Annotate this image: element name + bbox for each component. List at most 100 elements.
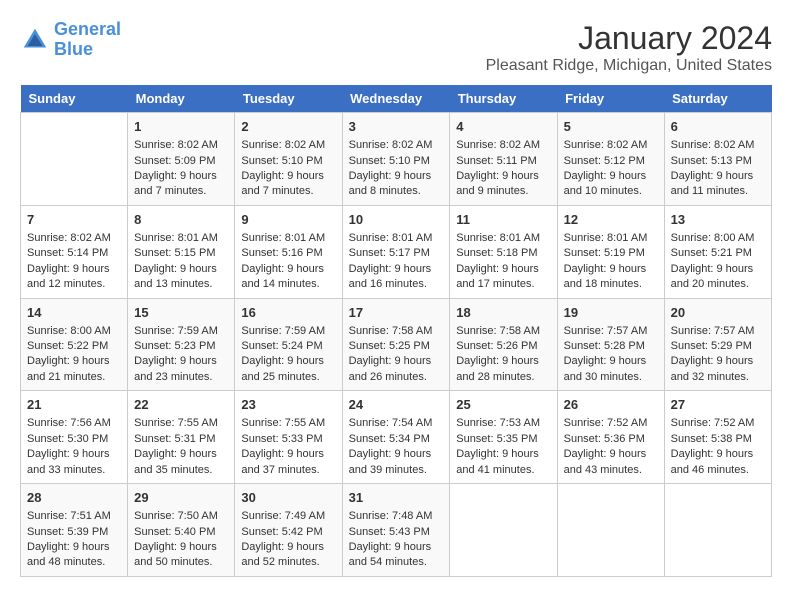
day-number: 17: [349, 304, 444, 322]
calendar-subtitle: Pleasant Ridge, Michigan, United States: [486, 57, 772, 75]
day-info: Sunrise: 8:02 AM Sunset: 5:10 PM Dayligh…: [241, 139, 325, 197]
day-number: 21: [27, 396, 121, 414]
logo: General Blue: [20, 20, 121, 60]
day-number: 9: [241, 211, 335, 229]
day-number: 1: [134, 118, 228, 136]
day-info: Sunrise: 7:53 AM Sunset: 5:35 PM Dayligh…: [456, 417, 540, 475]
day-number: 2: [241, 118, 335, 136]
calendar-cell: 20Sunrise: 7:57 AM Sunset: 5:29 PM Dayli…: [664, 298, 771, 391]
day-info: Sunrise: 7:48 AM Sunset: 5:43 PM Dayligh…: [349, 510, 433, 568]
calendar-cell: 26 Sunrise: 7:52 AM Sunset: 5:36 PM Dayli…: [557, 391, 664, 484]
calendar-cell: 6Sunrise: 8:02 AM Sunset: 5:13 PM Daylig…: [664, 113, 771, 206]
calendar-week-1: 1 Sunrise: 8:02 AM Sunset: 5:09 PM Daylig…: [21, 113, 772, 206]
day-number: 3: [349, 118, 444, 136]
calendar-cell: 8 Sunrise: 8:01 AM Sunset: 5:15 PM Daylig…: [128, 205, 235, 298]
day-number: 10: [349, 211, 444, 229]
calendar-cell: 22 Sunrise: 7:55 AM Sunset: 5:31 PM Dayli…: [128, 391, 235, 484]
page-header: General Blue January 2024 Pleasant Ridge…: [20, 20, 772, 75]
day-info: Sunrise: 7:51 AM Sunset: 5:39 PM Dayligh…: [27, 510, 111, 568]
calendar-cell: 15Sunrise: 7:59 AM Sunset: 5:23 PM Dayli…: [128, 298, 235, 391]
day-number: 14: [27, 304, 121, 322]
day-info: Sunrise: 8:01 AM Sunset: 5:18 PM Dayligh…: [456, 232, 540, 290]
calendar-cell: 13 Sunrise: 8:00 AM Sunset: 5:21 PM Dayli…: [664, 205, 771, 298]
calendar-cell: [450, 484, 557, 577]
title-block: January 2024 Pleasant Ridge, Michigan, U…: [486, 20, 772, 75]
day-info: Sunrise: 7:57 AM Sunset: 5:28 PM Dayligh…: [564, 325, 648, 383]
calendar-cell: 24 Sunrise: 7:54 AM Sunset: 5:34 PM Dayli…: [342, 391, 450, 484]
day-number: 30: [241, 489, 335, 507]
calendar-cell: [664, 484, 771, 577]
calendar-cell: 5 Sunrise: 8:02 AM Sunset: 5:12 PM Daylig…: [557, 113, 664, 206]
day-info: Sunrise: 8:02 AM Sunset: 5:09 PM Dayligh…: [134, 139, 218, 197]
day-info: Sunrise: 8:02 AM Sunset: 5:10 PM Dayligh…: [349, 139, 433, 197]
logo-text: General Blue: [54, 20, 121, 60]
calendar-cell: 25Sunrise: 7:53 AM Sunset: 5:35 PM Dayli…: [450, 391, 557, 484]
day-number: 29: [134, 489, 228, 507]
calendar-cell: 2 Sunrise: 8:02 AM Sunset: 5:10 PM Daylig…: [235, 113, 342, 206]
day-number: 31: [349, 489, 444, 507]
day-number: 12: [564, 211, 658, 229]
day-number: 24: [349, 396, 444, 414]
calendar-cell: [557, 484, 664, 577]
logo-line2: Blue: [54, 39, 93, 59]
calendar-cell: 16Sunrise: 7:59 AM Sunset: 5:24 PM Dayli…: [235, 298, 342, 391]
calendar-cell: 27 Sunrise: 7:52 AM Sunset: 5:38 PM Dayli…: [664, 391, 771, 484]
day-info: Sunrise: 8:01 AM Sunset: 5:19 PM Dayligh…: [564, 232, 648, 290]
logo-icon: [20, 25, 50, 55]
calendar-cell: [21, 113, 128, 206]
day-info: Sunrise: 8:01 AM Sunset: 5:15 PM Dayligh…: [134, 232, 218, 290]
day-info: Sunrise: 8:02 AM Sunset: 5:14 PM Dayligh…: [27, 232, 111, 290]
day-info: Sunrise: 7:58 AM Sunset: 5:25 PM Dayligh…: [349, 325, 433, 383]
day-number: 7: [27, 211, 121, 229]
day-number: 26: [564, 396, 658, 414]
calendar-cell: 23Sunrise: 7:55 AM Sunset: 5:33 PM Dayli…: [235, 391, 342, 484]
day-info: Sunrise: 8:00 AM Sunset: 5:22 PM Dayligh…: [27, 325, 111, 383]
day-number: 8: [134, 211, 228, 229]
day-info: Sunrise: 8:02 AM Sunset: 5:11 PM Dayligh…: [456, 139, 540, 197]
calendar-cell: 9 Sunrise: 8:01 AM Sunset: 5:16 PM Daylig…: [235, 205, 342, 298]
calendar-cell: 14 Sunrise: 8:00 AM Sunset: 5:22 PM Dayli…: [21, 298, 128, 391]
day-info: Sunrise: 8:00 AM Sunset: 5:21 PM Dayligh…: [671, 232, 755, 290]
day-number: 18: [456, 304, 550, 322]
column-header-monday: Monday: [128, 85, 235, 113]
calendar-cell: 11Sunrise: 8:01 AM Sunset: 5:18 PM Dayli…: [450, 205, 557, 298]
column-header-sunday: Sunday: [21, 85, 128, 113]
calendar-body: 1 Sunrise: 8:02 AM Sunset: 5:09 PM Daylig…: [21, 113, 772, 577]
calendar-week-4: 21 Sunrise: 7:56 AM Sunset: 5:30 PM Dayli…: [21, 391, 772, 484]
column-header-saturday: Saturday: [664, 85, 771, 113]
day-info: Sunrise: 7:52 AM Sunset: 5:38 PM Dayligh…: [671, 417, 755, 475]
calendar-cell: 31 Sunrise: 7:48 AM Sunset: 5:43 PM Dayli…: [342, 484, 450, 577]
column-header-tuesday: Tuesday: [235, 85, 342, 113]
calendar-cell: 10 Sunrise: 8:01 AM Sunset: 5:17 PM Dayli…: [342, 205, 450, 298]
day-info: Sunrise: 7:58 AM Sunset: 5:26 PM Dayligh…: [456, 325, 540, 383]
day-number: 19: [564, 304, 658, 322]
calendar-title: January 2024: [486, 20, 772, 57]
calendar-cell: 4Sunrise: 8:02 AM Sunset: 5:11 PM Daylig…: [450, 113, 557, 206]
calendar-table: SundayMondayTuesdayWednesdayThursdayFrid…: [20, 85, 772, 577]
calendar-cell: 29 Sunrise: 7:50 AM Sunset: 5:40 PM Dayli…: [128, 484, 235, 577]
calendar-week-3: 14 Sunrise: 8:00 AM Sunset: 5:22 PM Dayli…: [21, 298, 772, 391]
day-info: Sunrise: 7:56 AM Sunset: 5:30 PM Dayligh…: [27, 417, 111, 475]
day-number: 28: [27, 489, 121, 507]
column-header-wednesday: Wednesday: [342, 85, 450, 113]
column-header-thursday: Thursday: [450, 85, 557, 113]
day-info: Sunrise: 8:01 AM Sunset: 5:17 PM Dayligh…: [349, 232, 433, 290]
day-number: 13: [671, 211, 765, 229]
calendar-cell: 3 Sunrise: 8:02 AM Sunset: 5:10 PM Daylig…: [342, 113, 450, 206]
day-number: 6: [671, 118, 765, 136]
day-number: 27: [671, 396, 765, 414]
day-info: Sunrise: 7:55 AM Sunset: 5:31 PM Dayligh…: [134, 417, 218, 475]
day-info: Sunrise: 8:02 AM Sunset: 5:12 PM Dayligh…: [564, 139, 648, 197]
day-info: Sunrise: 7:54 AM Sunset: 5:34 PM Dayligh…: [349, 417, 433, 475]
day-info: Sunrise: 7:52 AM Sunset: 5:36 PM Dayligh…: [564, 417, 648, 475]
calendar-cell: 28 Sunrise: 7:51 AM Sunset: 5:39 PM Dayli…: [21, 484, 128, 577]
day-number: 5: [564, 118, 658, 136]
calendar-header-row: SundayMondayTuesdayWednesdayThursdayFrid…: [21, 85, 772, 113]
day-info: Sunrise: 7:50 AM Sunset: 5:40 PM Dayligh…: [134, 510, 218, 568]
day-info: Sunrise: 7:59 AM Sunset: 5:24 PM Dayligh…: [241, 325, 325, 383]
calendar-cell: 17 Sunrise: 7:58 AM Sunset: 5:25 PM Dayli…: [342, 298, 450, 391]
day-info: Sunrise: 7:49 AM Sunset: 5:42 PM Dayligh…: [241, 510, 325, 568]
day-number: 22: [134, 396, 228, 414]
day-info: Sunrise: 8:01 AM Sunset: 5:16 PM Dayligh…: [241, 232, 325, 290]
day-number: 23: [241, 396, 335, 414]
